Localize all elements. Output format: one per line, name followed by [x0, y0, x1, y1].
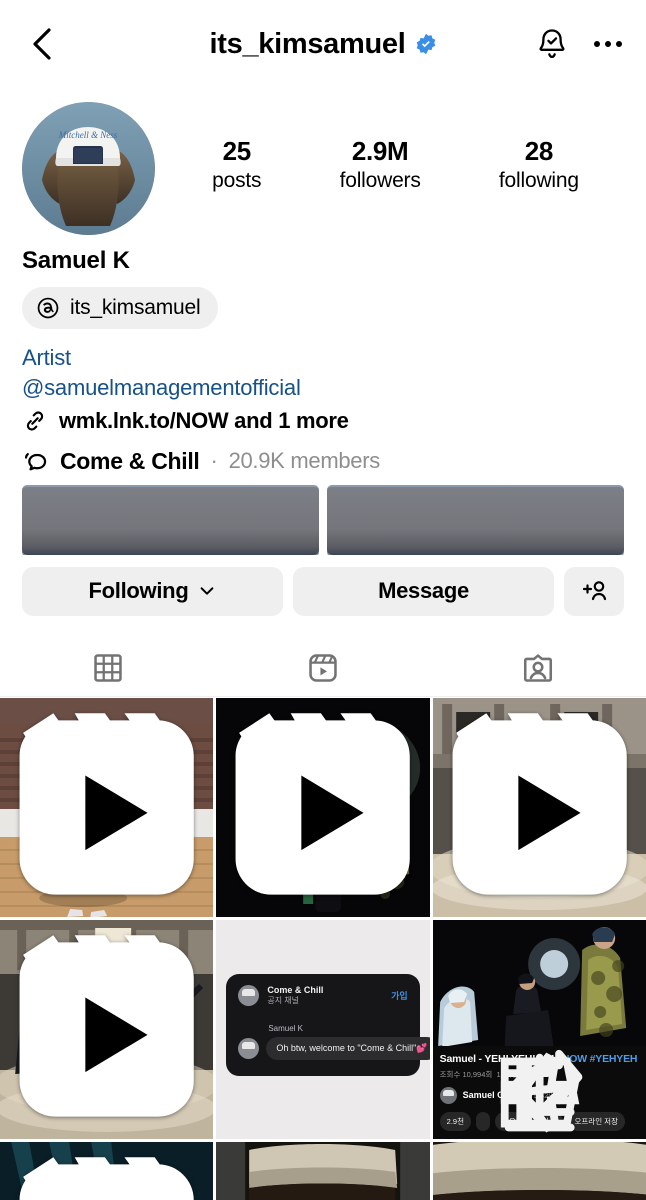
broadcast-channel-icon [24, 452, 47, 471]
reel-indicator-icon [19, 935, 194, 1117]
display-name: Samuel K [22, 247, 130, 274]
youtube-action-bar: 2.9천 공유 리믹스 오프라인 저장 [439, 1049, 639, 1133]
profile-username: its_kimsamuel [209, 27, 406, 60]
tab-grid[interactable] [0, 640, 215, 696]
bio-line-management[interactable]: @samuelmanagementofficial [22, 373, 624, 403]
reels-icon [309, 654, 337, 682]
verified-icon [416, 33, 435, 55]
grid-icon [93, 654, 122, 682]
chat-sender-name: Samuel K [268, 1024, 304, 1034]
svg-text:Mitchell & Ness: Mitchell & Ness [58, 130, 118, 140]
avatar[interactable]: Mitchell & Ness [22, 102, 155, 235]
posts-grid: Come & Chill 공지 채널 가입 Samuel K Oh btw, w… [0, 697, 646, 1200]
chat-message-row: Oh btw, welcome to "Come & Chill"💕 [238, 1037, 430, 1061]
channel-separator: · [210, 448, 218, 474]
add-user-icon [582, 581, 607, 601]
posts-count: 25 [222, 136, 252, 166]
chat-card: Come & Chill 공지 채널 가입 Samuel K Oh btw, w… [226, 973, 430, 1077]
post-image [216, 1141, 430, 1200]
stat-following[interactable]: 28 following [499, 136, 579, 194]
following-label: following [498, 168, 579, 192]
channel-members: 20.9K members [228, 448, 381, 474]
stat-followers[interactable]: 2.9M followers [340, 136, 421, 194]
back-button[interactable] [22, 24, 62, 64]
more-options-button[interactable] [592, 33, 624, 55]
post-thumbnail[interactable] [216, 697, 430, 917]
sender-avatar [238, 1038, 260, 1060]
bio-link-row[interactable]: wmk.lnk.to/NOW and 1 more [22, 408, 624, 434]
bell-check-icon [539, 29, 565, 59]
posts-label: posts [212, 168, 262, 192]
threads-badge[interactable]: its_kimsamuel [22, 287, 219, 329]
youtube-overlay: Samuel - YEH! YEH! MV #NOW #YEHYEH 조회수 1… [432, 1045, 646, 1139]
chat-card-header: Come & Chill 공지 채널 가입 [238, 984, 408, 1006]
stat-posts[interactable]: 25 posts [212, 136, 261, 194]
post-thumbnail[interactable] [0, 1141, 214, 1200]
more-dot [605, 41, 611, 47]
tab-reels[interactable] [215, 640, 430, 696]
post-thumbnail[interactable] [0, 919, 214, 1139]
post-image [432, 1141, 646, 1200]
heart-emoji: 💕 [416, 1043, 428, 1054]
bio-line-artist: Artist [22, 345, 71, 370]
notifications-button[interactable] [536, 27, 568, 61]
more-dot [616, 41, 622, 47]
chevron-left-icon [33, 28, 51, 60]
youtube-download-button[interactable]: 오프라인 저장 [504, 1053, 625, 1132]
channel-preview-cards [0, 475, 646, 555]
reel-indicator-icon [452, 713, 627, 895]
chat-message-text: Oh btw, welcome to "Come & Chill" [276, 1043, 417, 1054]
message-label: Message [378, 578, 469, 604]
avatar-image: Mitchell & Ness [22, 102, 155, 235]
chat-channel-name: Come & Chill [267, 984, 324, 995]
following-label: Following [88, 578, 189, 604]
profile-tabs [0, 640, 646, 697]
instagram-profile-screen: its_kimsamuel Mitchell & Ness 25 posts 2… [0, 0, 646, 1200]
post-thumbnail[interactable]: Samuel - YEH! YEH! MV #NOW #YEHYEH 조회수 1… [432, 919, 646, 1139]
message-button[interactable]: Message [293, 566, 554, 616]
following-button[interactable]: Following [22, 566, 283, 616]
profile-actions: Following Message [0, 555, 646, 616]
link-icon [26, 411, 44, 431]
tab-tagged[interactable] [431, 640, 646, 696]
followers-label: followers [339, 168, 421, 192]
post-thumbnail[interactable] [0, 697, 214, 917]
download-icon [504, 1053, 575, 1132]
bio-external-link: wmk.lnk.to/NOW and 1 more [59, 407, 349, 433]
chat-join-button[interactable]: 가입 [391, 989, 408, 1002]
channel-card[interactable] [327, 484, 624, 555]
threads-handle: its_kimsamuel [70, 296, 201, 319]
app-header: its_kimsamuel [0, 0, 646, 88]
chat-channel-sub: 공지 채널 [267, 996, 299, 1006]
header-actions [536, 27, 624, 61]
post-thumbnail[interactable] [432, 1141, 646, 1200]
more-dot [594, 41, 600, 47]
tagged-icon [524, 654, 553, 682]
bio-section: Samuel K its_kimsamuel Artist @samuelman… [0, 235, 646, 475]
reel-indicator-icon [19, 713, 194, 895]
reel-indicator-icon [235, 713, 411, 895]
chat-message-bubble: Oh btw, welcome to "Come & Chill"💕 [266, 1037, 430, 1061]
broadcast-channel-row[interactable]: Come & Chill · 20.9K members [22, 448, 624, 475]
post-thumbnail[interactable]: Come & Chill 공지 채널 가입 Samuel K Oh btw, w… [216, 919, 430, 1139]
chevron-down-icon [201, 587, 214, 596]
post-thumbnail[interactable] [216, 1141, 430, 1200]
threads-icon [37, 297, 59, 319]
channel-avatar [238, 984, 260, 1006]
profile-summary: Mitchell & Ness 25 posts 2.9M followers … [0, 88, 646, 235]
channel-card[interactable] [22, 484, 319, 555]
followers-count: 2.9M [351, 136, 409, 166]
stats-row: 25 posts 2.9M followers 28 following [155, 102, 624, 194]
post-thumbnail[interactable] [432, 697, 646, 917]
following-count: 28 [524, 136, 554, 166]
add-user-button[interactable] [564, 566, 624, 616]
channel-name: Come & Chill [60, 447, 200, 474]
reel-indicator-icon [19, 1157, 194, 1200]
